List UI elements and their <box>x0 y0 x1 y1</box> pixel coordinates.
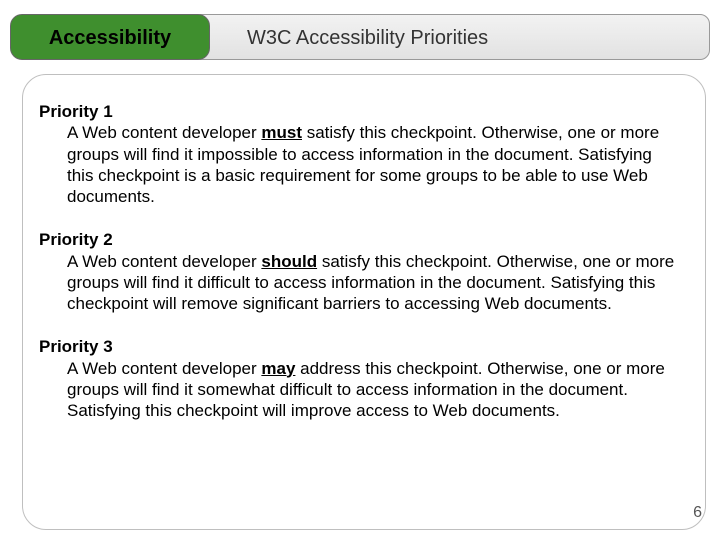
priority-3-heading: Priority 3 <box>39 336 675 357</box>
priority-1-prefix: A Web content developer <box>67 123 261 142</box>
priority-3-body: A Web content developer may address this… <box>39 358 675 422</box>
slide-header: Accessibility W3C Accessibility Prioriti… <box>10 14 710 60</box>
priority-3-keyword: may <box>261 359 295 378</box>
priority-1-keyword: must <box>261 123 302 142</box>
content-panel: Priority 1 A Web content developer must … <box>22 74 706 530</box>
slide-title: W3C Accessibility Priorities <box>190 14 710 60</box>
priority-1-block: Priority 1 A Web content developer must … <box>39 101 675 207</box>
topic-tab: Accessibility <box>10 14 210 60</box>
priority-3-prefix: A Web content developer <box>67 359 261 378</box>
priority-1-body: A Web content developer must satisfy thi… <box>39 122 675 207</box>
priority-2-keyword: should <box>261 252 317 271</box>
priority-3-block: Priority 3 A Web content developer may a… <box>39 336 675 421</box>
priority-1-heading: Priority 1 <box>39 101 675 122</box>
page-number: 6 <box>693 504 702 522</box>
priority-2-body: A Web content developer should satisfy t… <box>39 251 675 315</box>
priority-2-heading: Priority 2 <box>39 229 675 250</box>
priority-2-block: Priority 2 A Web content developer shoul… <box>39 229 675 314</box>
priority-2-prefix: A Web content developer <box>67 252 261 271</box>
